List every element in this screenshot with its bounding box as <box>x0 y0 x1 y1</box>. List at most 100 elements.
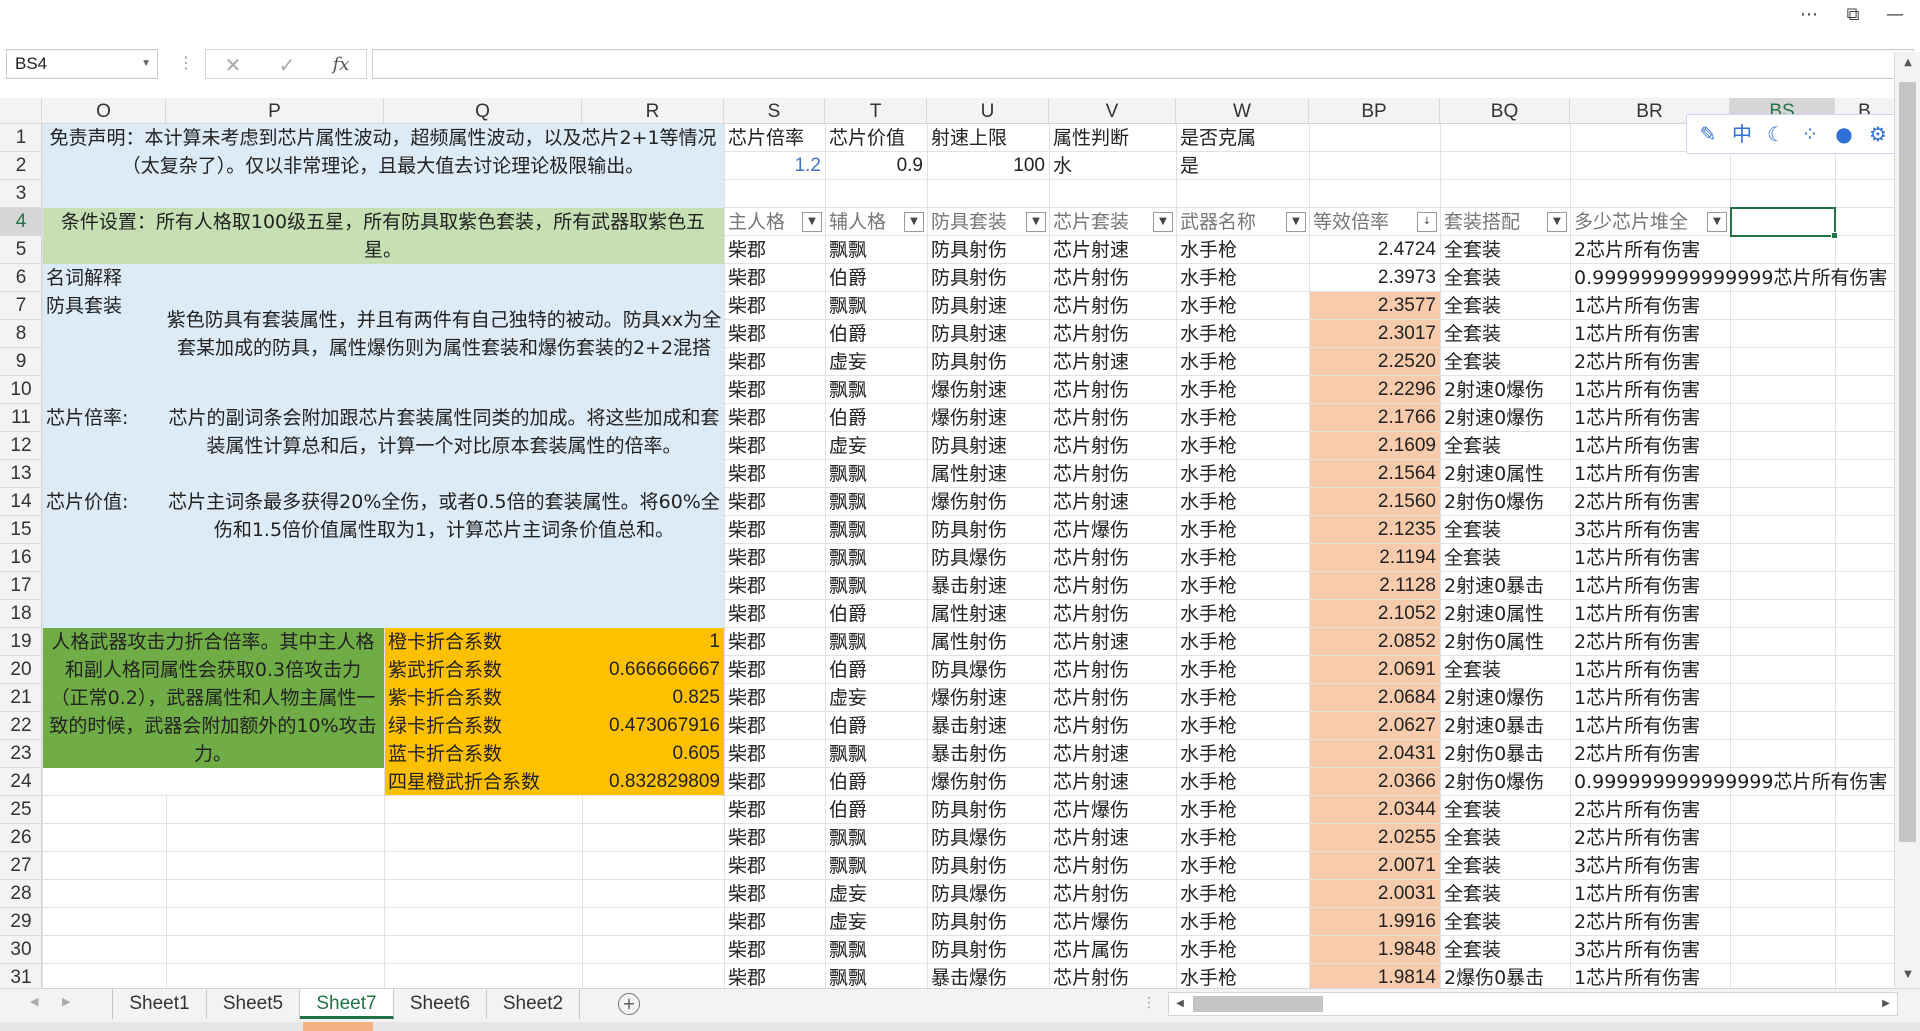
table-cell[interactable]: 柴郡 <box>724 796 825 824</box>
row-header-29[interactable]: 29 <box>0 908 42 936</box>
table-cell[interactable]: 暴击爆伤 <box>927 964 1049 988</box>
coefficient-label[interactable]: 蓝卡折合系数 <box>384 740 582 768</box>
table-cell[interactable]: 水手枪 <box>1176 572 1309 600</box>
filter-dropdown-icon[interactable]: ▼ <box>1026 212 1046 232</box>
table-cell[interactable]: 2.3577 <box>1309 292 1440 320</box>
table-cell[interactable]: 伯爵 <box>825 600 927 628</box>
param-value[interactable]: 是 <box>1176 152 1309 180</box>
table-cell[interactable]: 2射伤0爆伤 <box>1440 488 1570 516</box>
insert-function-icon[interactable]: fx <box>326 52 356 78</box>
row-header-13[interactable]: 13 <box>0 460 42 488</box>
filter-dropdown-icon[interactable]: ▼ <box>1153 212 1173 232</box>
table-cell[interactable]: 防具爆伤 <box>927 544 1049 572</box>
table-cell[interactable]: 飘飘 <box>825 376 927 404</box>
formula-input[interactable]: ▼ <box>372 49 1914 79</box>
table-cell[interactable]: 水手枪 <box>1176 824 1309 852</box>
table-cell[interactable]: 1芯片所有伤害 <box>1570 600 1730 628</box>
table-cell[interactable]: 2芯片所有伤害 <box>1570 908 1730 936</box>
table-header-cell[interactable]: 主人格 ▼ <box>724 208 825 236</box>
column-header-r[interactable]: R <box>582 98 724 124</box>
param-header[interactable]: 属性判断 <box>1049 124 1176 152</box>
table-cell[interactable]: 1芯片所有伤害 <box>1570 376 1730 404</box>
table-cell[interactable]: 水手枪 <box>1176 544 1309 572</box>
table-cell[interactable]: 虚妄 <box>825 908 927 936</box>
table-cell[interactable]: 水手枪 <box>1176 236 1309 264</box>
tab-splitter-icon[interactable]: ⋮ <box>1142 995 1156 1011</box>
table-cell[interactable]: 飘飘 <box>825 488 927 516</box>
table-cell[interactable]: 2爆伤0暴击 <box>1440 964 1570 988</box>
table-cell[interactable]: 水手枪 <box>1176 628 1309 656</box>
table-cell[interactable]: 芯片射伤 <box>1049 404 1176 432</box>
row-header-7[interactable]: 7 <box>0 292 42 320</box>
table-cell[interactable]: 1.9916 <box>1309 908 1440 936</box>
table-cell[interactable]: 防具射伤 <box>927 852 1049 880</box>
coefficient-label[interactable]: 紫武折合系数 <box>384 656 582 684</box>
table-cell[interactable]: 柴郡 <box>724 824 825 852</box>
table-cell[interactable]: 柴郡 <box>724 376 825 404</box>
table-cell[interactable]: 1芯片所有伤害 <box>1570 964 1730 988</box>
table-cell[interactable]: 2.0344 <box>1309 796 1440 824</box>
table-cell[interactable]: 2射速0暴击 <box>1440 572 1570 600</box>
minimize-window-icon[interactable]: — <box>1880 2 1910 28</box>
table-cell[interactable]: 芯片射伤 <box>1049 432 1176 460</box>
row-header-27[interactable]: 27 <box>0 852 42 880</box>
table-cell[interactable]: 芯片射速 <box>1049 740 1176 768</box>
tab-sheet6[interactable]: Sheet6 <box>394 989 487 1019</box>
table-cell[interactable]: 全套装 <box>1440 852 1570 880</box>
row-header-31[interactable]: 31 <box>0 964 42 988</box>
edit-icon[interactable]: ✎ <box>1693 119 1723 149</box>
table-cell[interactable]: 爆伤射速 <box>927 404 1049 432</box>
table-cell[interactable]: 防具射伤 <box>927 348 1049 376</box>
table-cell[interactable]: 芯片射伤 <box>1049 600 1176 628</box>
coefficient-value[interactable]: 0.825 <box>582 684 724 712</box>
table-cell[interactable]: 2射速0爆伤 <box>1440 376 1570 404</box>
table-cell[interactable]: 1芯片所有伤害 <box>1570 656 1730 684</box>
table-cell[interactable]: 柴郡 <box>724 432 825 460</box>
table-cell[interactable]: 1芯片所有伤害 <box>1570 572 1730 600</box>
table-cell[interactable]: 水手枪 <box>1176 712 1309 740</box>
table-cell[interactable]: 3芯片所有伤害 <box>1570 516 1730 544</box>
horizontal-scrollbar[interactable]: ◀ ▶ <box>1168 992 1898 1016</box>
table-cell[interactable]: 柴郡 <box>724 768 825 796</box>
table-cell[interactable]: 2.1052 <box>1309 600 1440 628</box>
table-cell[interactable]: 全套装 <box>1440 432 1570 460</box>
table-cell[interactable]: 水手枪 <box>1176 348 1309 376</box>
cancel-icon[interactable]: ✕ <box>218 52 248 78</box>
tab-prev-icon[interactable]: ◀ <box>30 995 38 1008</box>
vertical-scroll-thumb[interactable] <box>1899 82 1916 842</box>
table-cell[interactable]: 柴郡 <box>724 628 825 656</box>
filter-dropdown-icon[interactable]: ▼ <box>1286 212 1306 232</box>
table-cell[interactable]: 2.1609 <box>1309 432 1440 460</box>
table-cell[interactable]: 芯片爆伤 <box>1049 796 1176 824</box>
coefficient-value[interactable]: 0.832829809 <box>582 768 724 796</box>
table-cell[interactable]: 飘飘 <box>825 852 927 880</box>
table-cell[interactable]: 2.1235 <box>1309 516 1440 544</box>
table-cell[interactable]: 柴郡 <box>724 908 825 936</box>
table-cell[interactable]: 柴郡 <box>724 404 825 432</box>
table-cell[interactable]: 芯片射伤 <box>1049 684 1176 712</box>
row-header-16[interactable]: 16 <box>0 544 42 572</box>
column-header-s[interactable]: S <box>724 98 825 124</box>
table-cell[interactable]: 飘飘 <box>825 628 927 656</box>
param-value[interactable]: 100 <box>927 152 1049 180</box>
table-cell[interactable]: 爆伤射速 <box>927 376 1049 404</box>
filter-dropdown-icon[interactable]: ▼ <box>802 212 822 232</box>
param-value[interactable]: 水 <box>1049 152 1176 180</box>
table-cell[interactable]: 0.999999999999999芯片所有伤害 <box>1570 264 1887 292</box>
table-cell[interactable]: 芯片爆伤 <box>1049 908 1176 936</box>
table-cell[interactable]: 爆伤射伤 <box>927 768 1049 796</box>
table-cell[interactable]: 防具射伤 <box>927 516 1049 544</box>
tab-sheet7[interactable]: Sheet7 <box>300 989 394 1019</box>
table-cell[interactable]: 属性射速 <box>927 460 1049 488</box>
table-cell[interactable]: 2芯片所有伤害 <box>1570 796 1730 824</box>
moon-icon[interactable]: ☾ <box>1761 119 1791 149</box>
table-cell[interactable]: 芯片射速 <box>1049 628 1176 656</box>
table-cell[interactable]: 2.1564 <box>1309 460 1440 488</box>
table-cell[interactable]: 柴郡 <box>724 740 825 768</box>
user-icon[interactable]: ● <box>1829 119 1859 149</box>
table-cell[interactable]: 防具射速 <box>927 292 1049 320</box>
tab-next-icon[interactable]: ▶ <box>62 995 70 1008</box>
table-cell[interactable]: 防具射速 <box>927 320 1049 348</box>
coefficient-value[interactable]: 0.605 <box>582 740 724 768</box>
table-cell[interactable]: 水手枪 <box>1176 964 1309 988</box>
